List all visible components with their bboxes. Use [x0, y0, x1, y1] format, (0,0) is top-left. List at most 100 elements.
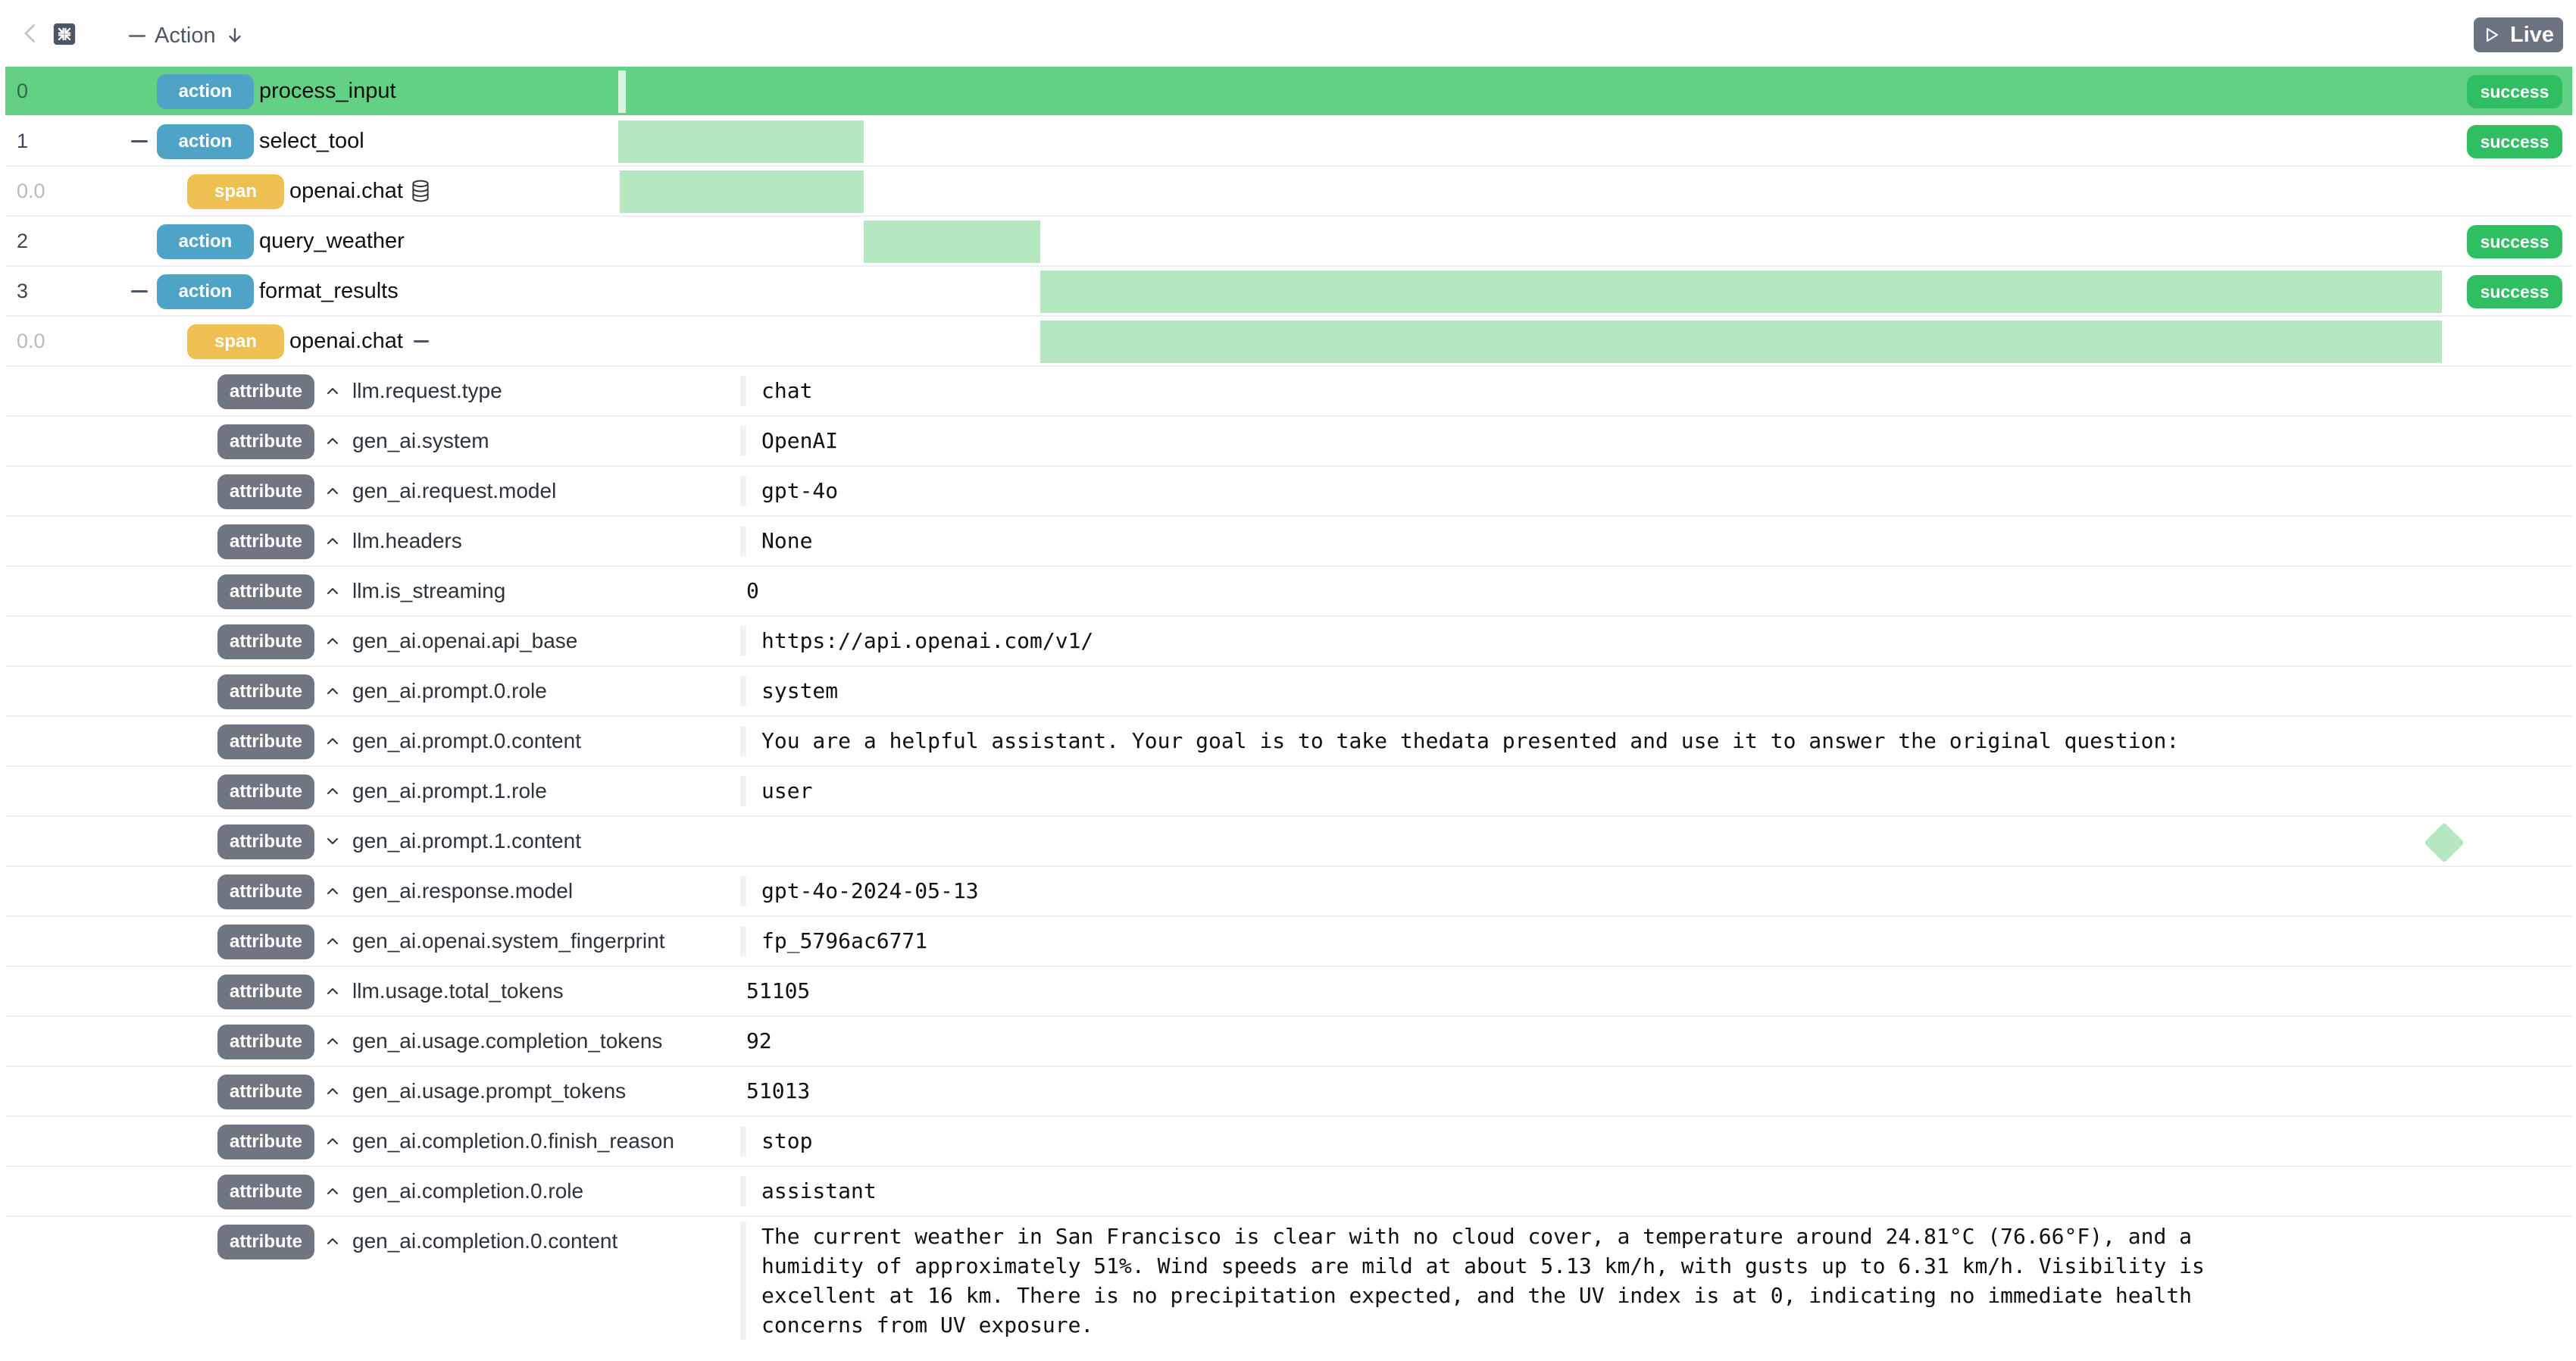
attribute-key: gen_ai.system [352, 429, 489, 452]
timeline-bar[interactable] [620, 171, 864, 213]
attribute-key-wrap: gen_ai.response.model [324, 867, 573, 915]
collapse-dash-icon [129, 34, 145, 37]
attribute-value: OpenAI [740, 426, 838, 456]
attribute-tag: attribute [217, 925, 314, 959]
attribute-row[interactable]: attribute gen_ai.completion.0.role assista… [5, 1167, 2572, 1217]
attribute-key-wrap: gen_ai.prompt.1.content [324, 817, 581, 865]
chevron-up-icon[interactable] [324, 432, 342, 450]
trace-row-query-weather[interactable]: 2 action query_weather success [5, 217, 2572, 267]
attribute-tag: attribute [217, 624, 314, 659]
collapse-all-icon[interactable] [52, 21, 77, 47]
action-tag: action [157, 124, 254, 159]
chevron-up-icon[interactable] [324, 1132, 342, 1150]
attribute-tag: attribute [217, 724, 314, 759]
database-icon [412, 180, 429, 202]
chevron-up-icon[interactable] [324, 732, 342, 750]
attribute-key-wrap: gen_ai.request.model [324, 467, 556, 515]
attribute-tag: attribute [217, 574, 314, 609]
chevron-up-icon[interactable] [324, 782, 342, 800]
trace-row-select-tool[interactable]: 1 action select_tool success [5, 117, 2572, 167]
chevron-up-icon[interactable] [324, 582, 342, 600]
chevron-up-icon[interactable] [324, 982, 342, 1000]
attribute-tag: attribute [217, 1175, 314, 1209]
attribute-value: user [740, 776, 812, 806]
status-badge: success [2467, 225, 2562, 258]
attribute-key: gen_ai.completion.0.finish_reason [352, 1129, 674, 1153]
timeline-bar[interactable] [618, 70, 626, 113]
attribute-row[interactable]: attribute gen_ai.prompt.0.role system [5, 667, 2572, 717]
attribute-tag: attribute [217, 1075, 314, 1109]
collapse-toggle[interactable] [131, 140, 148, 142]
attribute-value: stop [740, 1126, 812, 1156]
action-tag: action [157, 274, 254, 309]
chevron-up-icon[interactable] [324, 632, 342, 650]
row-index: 0 [17, 80, 29, 102]
attribute-key-wrap: gen_ai.usage.completion_tokens [324, 1017, 662, 1065]
attribute-key-wrap: gen_ai.openai.system_fingerprint [324, 917, 664, 965]
collapse-toggle[interactable] [413, 339, 429, 343]
chevron-up-icon[interactable] [324, 1182, 342, 1200]
attribute-key-wrap: gen_ai.prompt.1.role [324, 767, 547, 815]
chevron-up-icon[interactable] [324, 882, 342, 900]
chevron-down-icon[interactable] [324, 832, 342, 850]
attribute-row[interactable]: attribute gen_ai.request.model gpt-4o [5, 467, 2572, 517]
attribute-row[interactable]: attribute gen_ai.usage.completion_tokens 9… [5, 1017, 2572, 1067]
attribute-row[interactable]: attribute gen_ai.prompt.1.role user [5, 767, 2572, 817]
attribute-tag: attribute [217, 1225, 314, 1259]
attribute-key-wrap: llm.headers [324, 517, 462, 565]
chevron-up-icon[interactable] [324, 482, 342, 500]
attribute-key-wrap: gen_ai.prompt.0.content [324, 717, 581, 765]
attribute-row[interactable]: attribute gen_ai.usage.prompt_tokens 51013 [5, 1067, 2572, 1117]
attribute-row[interactable]: attribute gen_ai.prompt.1.content [5, 817, 2572, 867]
attribute-key: gen_ai.response.model [352, 879, 574, 903]
attribute-key: gen_ai.prompt.0.content [352, 729, 581, 752]
chevron-up-icon[interactable] [324, 382, 342, 400]
trace-row-process-input[interactable]: 0 action process_input success [5, 67, 2572, 117]
chevron-up-icon[interactable] [324, 932, 342, 950]
attribute-key: llm.headers [352, 529, 462, 552]
trace-row-format-results[interactable]: 3 action format_results success [5, 267, 2572, 317]
attribute-value: 0 [746, 578, 759, 603]
attribute-row[interactable]: attribute llm.is_streaming 0 [5, 567, 2572, 617]
row-name: select_tool [259, 129, 364, 153]
live-button[interactable]: Live [2474, 17, 2563, 52]
attribute-row[interactable]: attribute gen_ai.prompt.0.content You are … [5, 717, 2572, 767]
trace-row-span[interactable]: 0.0 span openai.chat [5, 167, 2572, 217]
attribute-row[interactable]: attribute llm.request.type chat [5, 367, 2572, 417]
timeline-bar[interactable] [864, 221, 1040, 263]
row-name: format_results [259, 279, 399, 303]
attribute-key: gen_ai.usage.prompt_tokens [352, 1079, 627, 1103]
attribute-row[interactable]: attribute gen_ai.openai.system_fingerprin… [5, 917, 2572, 967]
span-tag: span [187, 174, 284, 209]
action-tag: action [157, 74, 254, 109]
chevron-up-icon[interactable] [324, 1232, 342, 1250]
collapse-toggle[interactable] [131, 290, 148, 293]
event-marker[interactable] [2424, 822, 2465, 863]
attribute-row[interactable]: attribute llm.headers None [5, 517, 2572, 567]
attribute-row[interactable]: attribute gen_ai.completion.0.content The … [5, 1217, 2572, 1361]
chevron-up-icon[interactable] [324, 682, 342, 700]
chevron-up-icon[interactable] [324, 1082, 342, 1100]
row-name: process_input [259, 79, 396, 103]
timeline-bar[interactable] [618, 120, 864, 163]
attribute-value: https://api.openai.com/v1/ [740, 626, 1093, 656]
trace-row-span-expanded[interactable]: 0.0 span openai.chat [5, 317, 2572, 367]
attribute-key: llm.usage.total_tokens [352, 979, 564, 1003]
chevron-left-icon[interactable] [17, 20, 44, 47]
attribute-row[interactable]: attribute gen_ai.system OpenAI [5, 417, 2572, 467]
attribute-tag: attribute [217, 524, 314, 559]
action-column-sort[interactable]: Action [129, 20, 245, 51]
timeline-bar[interactable] [1040, 321, 2442, 363]
attribute-key: llm.request.type [352, 379, 502, 402]
attribute-row[interactable]: attribute llm.usage.total_tokens 51105 [5, 967, 2572, 1017]
chevron-up-icon[interactable] [324, 1032, 342, 1050]
attribute-row[interactable]: attribute gen_ai.completion.0.finish_reas… [5, 1117, 2572, 1167]
play-icon [2486, 27, 2499, 42]
attribute-row[interactable]: attribute gen_ai.response.model gpt-4o-202… [5, 867, 2572, 917]
attribute-key-wrap: gen_ai.openai.api_base [324, 617, 577, 665]
timeline-bar[interactable] [1040, 271, 2442, 313]
attribute-tag: attribute [217, 975, 314, 1009]
attribute-row[interactable]: attribute gen_ai.openai.api_base https://a… [5, 617, 2572, 667]
attribute-key: gen_ai.prompt.0.role [352, 679, 547, 702]
chevron-up-icon[interactable] [324, 532, 342, 550]
